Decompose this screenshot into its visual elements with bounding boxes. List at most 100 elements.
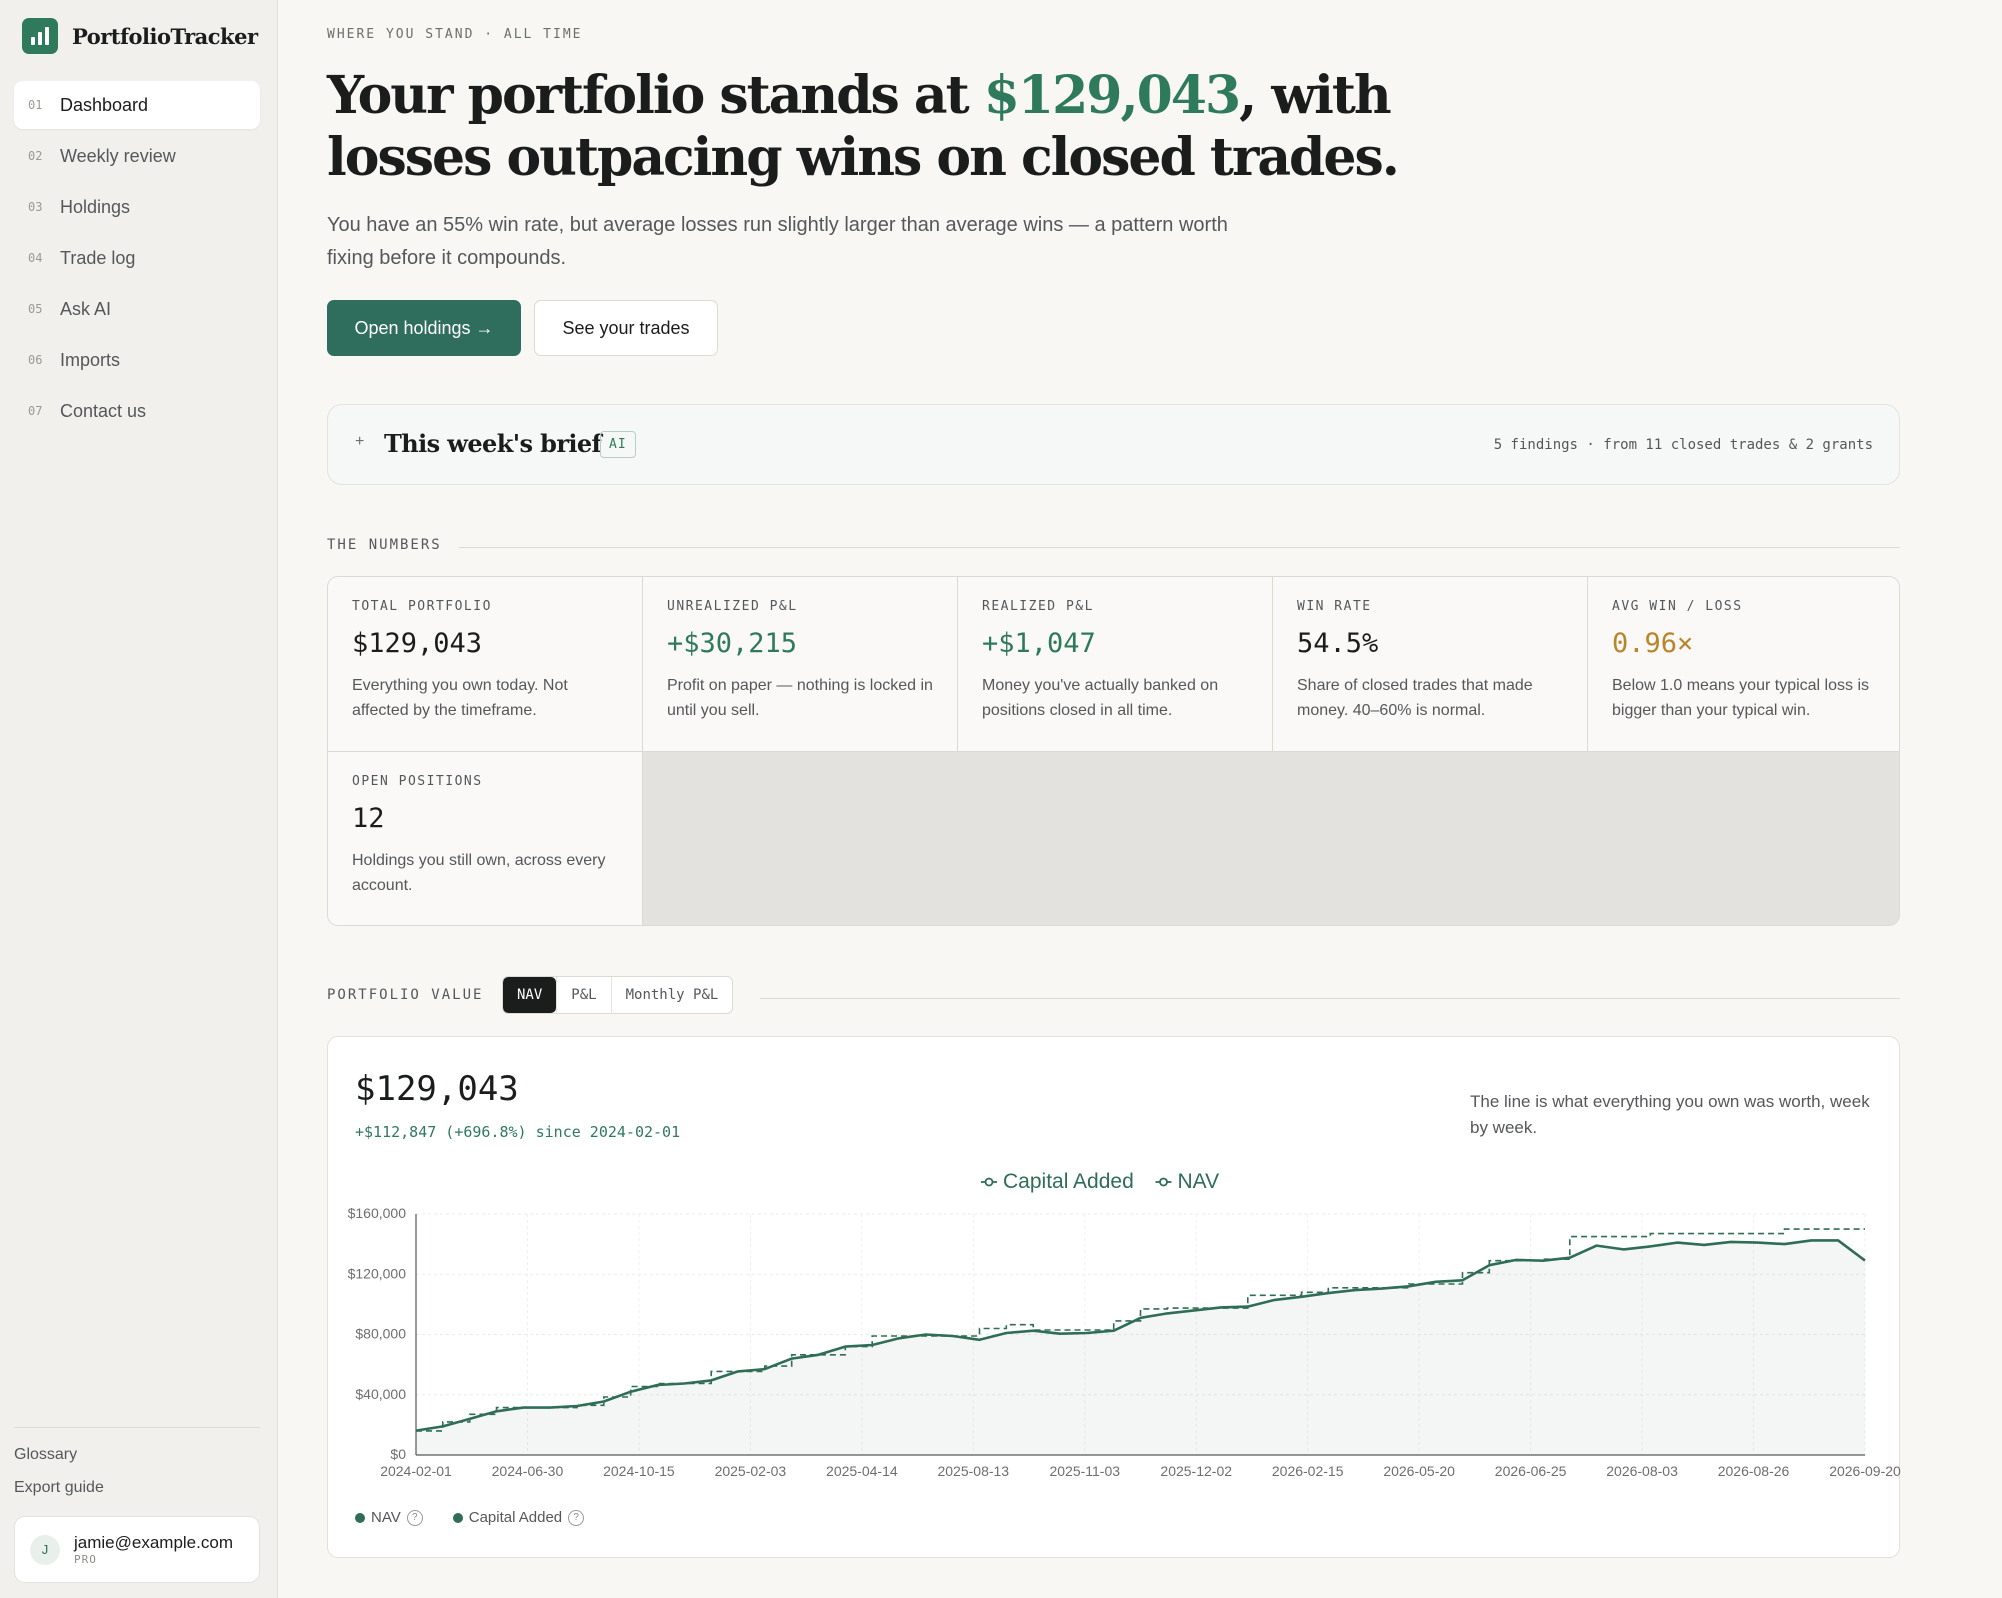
stat-total-portfolio: TOTAL PORTFOLIO $129,043 Everything you … bbox=[328, 577, 643, 752]
stat-description: Everything you own today. Not affected b… bbox=[352, 677, 568, 719]
user-email: jamie@example.com bbox=[74, 1533, 233, 1552]
x-tick-label: 2024-06-30 bbox=[492, 1463, 564, 1479]
y-tick-label: $40,000 bbox=[355, 1386, 406, 1402]
sidebar-item-dashboard[interactable]: 01 Dashboard bbox=[14, 81, 260, 129]
x-tick-label: 2026-05-20 bbox=[1383, 1463, 1455, 1479]
stat-value: $129,043 bbox=[352, 628, 483, 659]
sidebar-item-ask-ai[interactable]: 05 Ask AI bbox=[14, 285, 260, 333]
sidebar-item-trade-log[interactable]: 04 Trade log bbox=[14, 234, 260, 282]
page-headline: Your portfolio stands at $129,043, with … bbox=[327, 65, 1427, 189]
sidebar-item-label: Trade log bbox=[60, 247, 136, 268]
stat-description: Money you've actually banked on position… bbox=[982, 677, 1219, 719]
y-tick-label: $80,000 bbox=[355, 1326, 406, 1342]
x-tick-label: 2026-06-25 bbox=[1495, 1463, 1567, 1479]
user-card[interactable]: J jamie@example.com PRO bbox=[14, 1516, 260, 1583]
sidebar-item-label: Contact us bbox=[60, 400, 147, 421]
x-tick-label: 2025-08-13 bbox=[937, 1463, 1009, 1479]
stat-description: Below 1.0 means your typical loss is big… bbox=[1612, 677, 1869, 719]
nav-number: 03 bbox=[28, 200, 43, 214]
sidebar-nav: 01 Dashboard 02 Weekly review 03 Holding… bbox=[14, 81, 260, 438]
glossary-link[interactable]: Glossary bbox=[14, 1446, 77, 1464]
stats-grid: TOTAL PORTFOLIO $129,043 Everything you … bbox=[327, 576, 1900, 926]
x-tick-label: 2026-02-15 bbox=[1272, 1463, 1344, 1479]
stat-description: Profit on paper — nothing is locked in u… bbox=[667, 677, 933, 719]
help-icon[interactable]: ? bbox=[568, 1509, 585, 1526]
sidebar-divider bbox=[14, 1427, 260, 1428]
legend-label: NAV bbox=[1178, 1170, 1220, 1193]
y-tick-label: $120,000 bbox=[348, 1265, 407, 1281]
stat-label: TOTAL PORTFOLIO bbox=[352, 599, 492, 614]
open-holdings-button[interactable]: Open holdings → bbox=[327, 300, 521, 356]
app-name: PortfolioTracker bbox=[72, 23, 258, 49]
stat-unrealized-pnl: UNREALIZED P&L +$30,215 Profit on paper … bbox=[643, 577, 958, 752]
brand[interactable]: PortfolioTracker bbox=[22, 18, 258, 54]
brief-title: This week's brief bbox=[384, 429, 602, 458]
bar-chart-icon bbox=[22, 18, 58, 54]
x-tick-label: 2025-02-03 bbox=[715, 1463, 787, 1479]
portfolio-value-label: PORTFOLIO VALUE bbox=[327, 987, 484, 1003]
nav-number: 07 bbox=[28, 404, 43, 418]
stat-description: Holdings you still own, across every acc… bbox=[352, 852, 606, 894]
legend-marker bbox=[984, 1177, 994, 1187]
avatar: J bbox=[30, 1534, 60, 1565]
sidebar-item-label: Imports bbox=[60, 349, 121, 370]
footer-legend-capital-added[interactable]: Capital Added ? bbox=[452, 1509, 585, 1526]
see-trades-button[interactable]: See your trades bbox=[534, 300, 718, 356]
x-tick-label: 2025-11-03 bbox=[1049, 1463, 1120, 1479]
stat-value: +$30,215 bbox=[667, 628, 798, 659]
ai-badge: AI bbox=[600, 431, 636, 458]
legend-dot bbox=[355, 1512, 365, 1523]
sidebar-item-weekly-review[interactable]: 02 Weekly review bbox=[14, 132, 260, 180]
x-tick-label: 2025-04-14 bbox=[826, 1463, 898, 1479]
help-icon[interactable]: ? bbox=[406, 1509, 423, 1526]
stat-value: 0.96× bbox=[1612, 628, 1694, 659]
legend-dot bbox=[452, 1512, 463, 1523]
nav-number: 06 bbox=[28, 353, 43, 367]
x-tick-label: 2026-08-03 bbox=[1606, 1463, 1678, 1479]
sidebar-item-label: Weekly review bbox=[60, 145, 176, 166]
weekly-brief-panel[interactable]: + This week's brief AI 5 findings · from… bbox=[327, 404, 1900, 485]
footer-legend-nav[interactable]: NAV ? bbox=[355, 1509, 423, 1526]
section-divider bbox=[760, 998, 1900, 999]
x-tick-label: 2026-08-26 bbox=[1718, 1463, 1790, 1479]
page-summary: You have an 55% win rate, but average lo… bbox=[327, 214, 1228, 269]
legend-label: Capital Added bbox=[1003, 1170, 1134, 1193]
stat-value: 12 bbox=[352, 803, 385, 834]
nav-number: 04 bbox=[28, 251, 43, 265]
stat-label: OPEN POSITIONS bbox=[352, 774, 483, 789]
stat-label: AVG WIN / LOSS bbox=[1612, 599, 1743, 614]
y-tick-label: $160,000 bbox=[348, 1205, 407, 1221]
sidebar-item-label: Ask AI bbox=[60, 298, 112, 319]
headline-value: $129,043 bbox=[983, 65, 1241, 126]
tab-nav[interactable]: NAV bbox=[503, 977, 557, 1013]
sidebar-item-label: Holdings bbox=[60, 196, 131, 217]
stat-value: +$1,047 bbox=[982, 628, 1096, 659]
page-eyebrow: WHERE YOU STAND · ALL TIME bbox=[327, 27, 583, 42]
legend-label: NAV bbox=[371, 1509, 401, 1526]
y-tick-label: $0 bbox=[390, 1446, 406, 1462]
x-tick-label: 2024-10-15 bbox=[603, 1463, 675, 1479]
sidebar-item-imports[interactable]: 06 Imports bbox=[14, 336, 260, 384]
chart-footer-legend: NAV ? Capital Added ? bbox=[355, 1509, 585, 1526]
sidebar-item-label: Dashboard bbox=[60, 94, 149, 115]
sidebar-item-contact-us[interactable]: 07 Contact us bbox=[14, 387, 260, 435]
sidebar-item-holdings[interactable]: 03 Holdings bbox=[14, 183, 260, 231]
stat-value: 54.5% bbox=[1297, 628, 1379, 659]
portfolio-value-card: $129,043 +$112,847 (+696.8%) since 2024-… bbox=[327, 1036, 1901, 1558]
tab-pnl[interactable]: P&L bbox=[556, 977, 610, 1013]
chart-mode-tabs: NAV P&L Monthly P&L bbox=[502, 976, 734, 1014]
x-tick-label: 2024-02-01 bbox=[380, 1463, 452, 1479]
stat-label: REALIZED P&L bbox=[982, 599, 1094, 614]
stat-open-positions: OPEN POSITIONS 12 Holdings you still own… bbox=[328, 752, 643, 925]
section-divider bbox=[459, 547, 1900, 548]
x-tick-label: 2026-09-20 bbox=[1829, 1463, 1901, 1479]
numbers-section-label: THE NUMBERS bbox=[327, 537, 442, 553]
tab-monthly-pnl[interactable]: Monthly P&L bbox=[610, 977, 733, 1013]
headline-prefix: Your portfolio stands at bbox=[327, 65, 984, 126]
export-guide-link[interactable]: Export guide bbox=[14, 1479, 104, 1497]
nav-number: 02 bbox=[28, 149, 43, 163]
stat-win-rate: WIN RATE 54.5% Share of closed trades th… bbox=[1273, 577, 1588, 752]
x-tick-label: 2025-12-02 bbox=[1160, 1463, 1232, 1479]
user-plan-badge: PRO bbox=[74, 1553, 97, 1566]
stat-label: UNREALIZED P&L bbox=[667, 599, 798, 614]
